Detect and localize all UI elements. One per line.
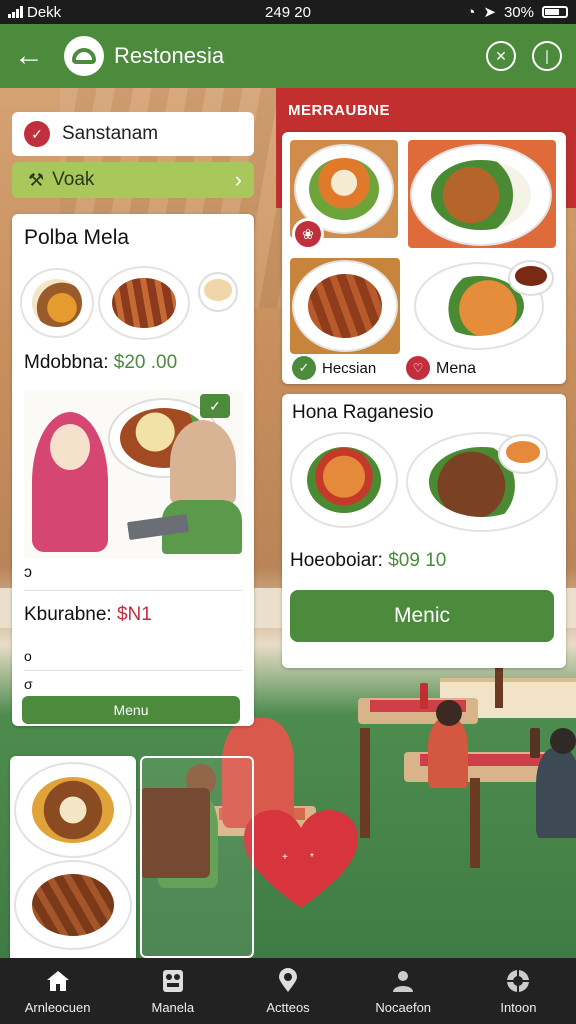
heart-icon[interactable]: + * — [242, 808, 360, 912]
globe-icon — [505, 968, 531, 994]
food-photo — [408, 140, 556, 248]
app-title: Restonesia — [114, 43, 225, 68]
check-circle-icon: ✓ — [292, 356, 316, 380]
check-label: Hecsian — [322, 360, 377, 377]
check-icon: ✓ — [24, 121, 50, 147]
price-label: Mdobbna: $20 .00 — [24, 352, 178, 373]
user-icon — [390, 968, 416, 994]
app-logo — [64, 36, 104, 76]
food-photo — [290, 258, 400, 354]
tools-icon: ⚒ — [28, 169, 45, 190]
battery-icon — [542, 6, 568, 18]
menu-label[interactable]: Mena — [436, 360, 476, 378]
food-thumb-card[interactable] — [140, 756, 254, 958]
battery-percent: 30% — [503, 3, 534, 21]
status-bar: Dekk 249 20 ◔ ➤ 30% — [0, 0, 576, 24]
wifi-icon: ◔ — [466, 3, 476, 21]
card-title: Polba Mela — [24, 226, 130, 249]
nav-label: Intoon — [500, 999, 537, 1015]
nav-item-profile[interactable]: Nocaefon — [346, 958, 461, 1024]
nav-item-info[interactable]: Intoon — [461, 958, 576, 1024]
check-badge-icon: ✓ — [200, 394, 230, 418]
nav-item-menu[interactable]: Manela — [115, 958, 230, 1024]
top-right-card[interactable]: ❀ ✓ Hecsian ♡ Mena — [282, 132, 566, 384]
nav-item-location[interactable]: Actteos — [230, 958, 345, 1024]
menu-book-icon — [160, 968, 186, 994]
arrow-left-icon[interactable]: ← — [14, 41, 46, 71]
location-pin-icon — [275, 967, 301, 994]
compass-icon[interactable]: ✕ — [486, 41, 516, 71]
marker-b: σ — [24, 676, 33, 692]
menu-button[interactable]: Menu — [22, 696, 240, 724]
bottom-nav: Arnleocuen Manela Actteos Nocaefon Intoo… — [0, 958, 576, 1024]
nav-label: Actteos — [266, 999, 310, 1015]
food-plate — [98, 266, 190, 340]
home-icon — [45, 968, 71, 994]
sub-label: Kburabne: $N1 — [24, 604, 152, 625]
header-banner: MERRAUBNE — [288, 102, 390, 119]
svg-text:*: * — [310, 852, 314, 863]
food-plate — [14, 860, 132, 950]
nav-label: Manela — [151, 999, 195, 1015]
rating-marker: ɔ — [24, 564, 32, 581]
price-value: $20 .00 — [113, 352, 178, 373]
menu-button[interactable]: Menic — [290, 590, 554, 642]
filter-chip-label: Voak — [52, 169, 95, 190]
signal-icon — [8, 6, 23, 18]
left-menu-card[interactable]: Polba Mela Mdobbna: $20 .00 ✓ ɔ Kburabne… — [12, 214, 254, 726]
search-chip[interactable]: ✓ Sanstanam — [12, 112, 254, 156]
food-plate — [14, 762, 132, 858]
sub-value: $N1 — [116, 604, 152, 625]
price-label: Hoeoboiar: $09 10 — [290, 550, 447, 571]
search-chip-label: Sanstanam — [62, 123, 159, 144]
diners-illustration: ✓ — [24, 390, 244, 558]
nav-label: Nocaefon — [375, 999, 432, 1015]
sauce-bowl — [498, 434, 548, 474]
filter-chip[interactable]: ⚒ Voak › — [12, 162, 254, 198]
food-plate — [290, 432, 398, 528]
food-photo — [408, 258, 556, 354]
food-gallery-card[interactable] — [10, 756, 136, 958]
nav-item-home[interactable]: Arnleocuen — [0, 958, 115, 1024]
price-value: $09 10 — [388, 550, 447, 571]
sauce-bowl — [198, 272, 238, 312]
nav-label: Arnleocuen — [24, 999, 91, 1015]
carrier-name: Dekk — [27, 3, 62, 21]
chevron-right-icon: › — [234, 167, 242, 192]
marker-a: o — [24, 648, 32, 664]
location-arrow-icon: ➤ — [483, 4, 496, 21]
right-menu-card[interactable]: Hona Raganesio Hoeoboiar: $09 10 Menic — [282, 394, 566, 668]
app-bar: ← Restonesia ✕ ∣ — [0, 24, 576, 88]
info-icon[interactable]: ∣ — [532, 41, 562, 71]
svg-text:+: + — [282, 852, 288, 863]
menu-circle-icon: ♡ — [406, 356, 430, 380]
status-time: 249 20 — [265, 3, 311, 21]
food-plate — [20, 268, 94, 338]
card-title: Hona Raganesio — [292, 402, 434, 423]
cutlery-icon: ❀ — [292, 218, 324, 250]
